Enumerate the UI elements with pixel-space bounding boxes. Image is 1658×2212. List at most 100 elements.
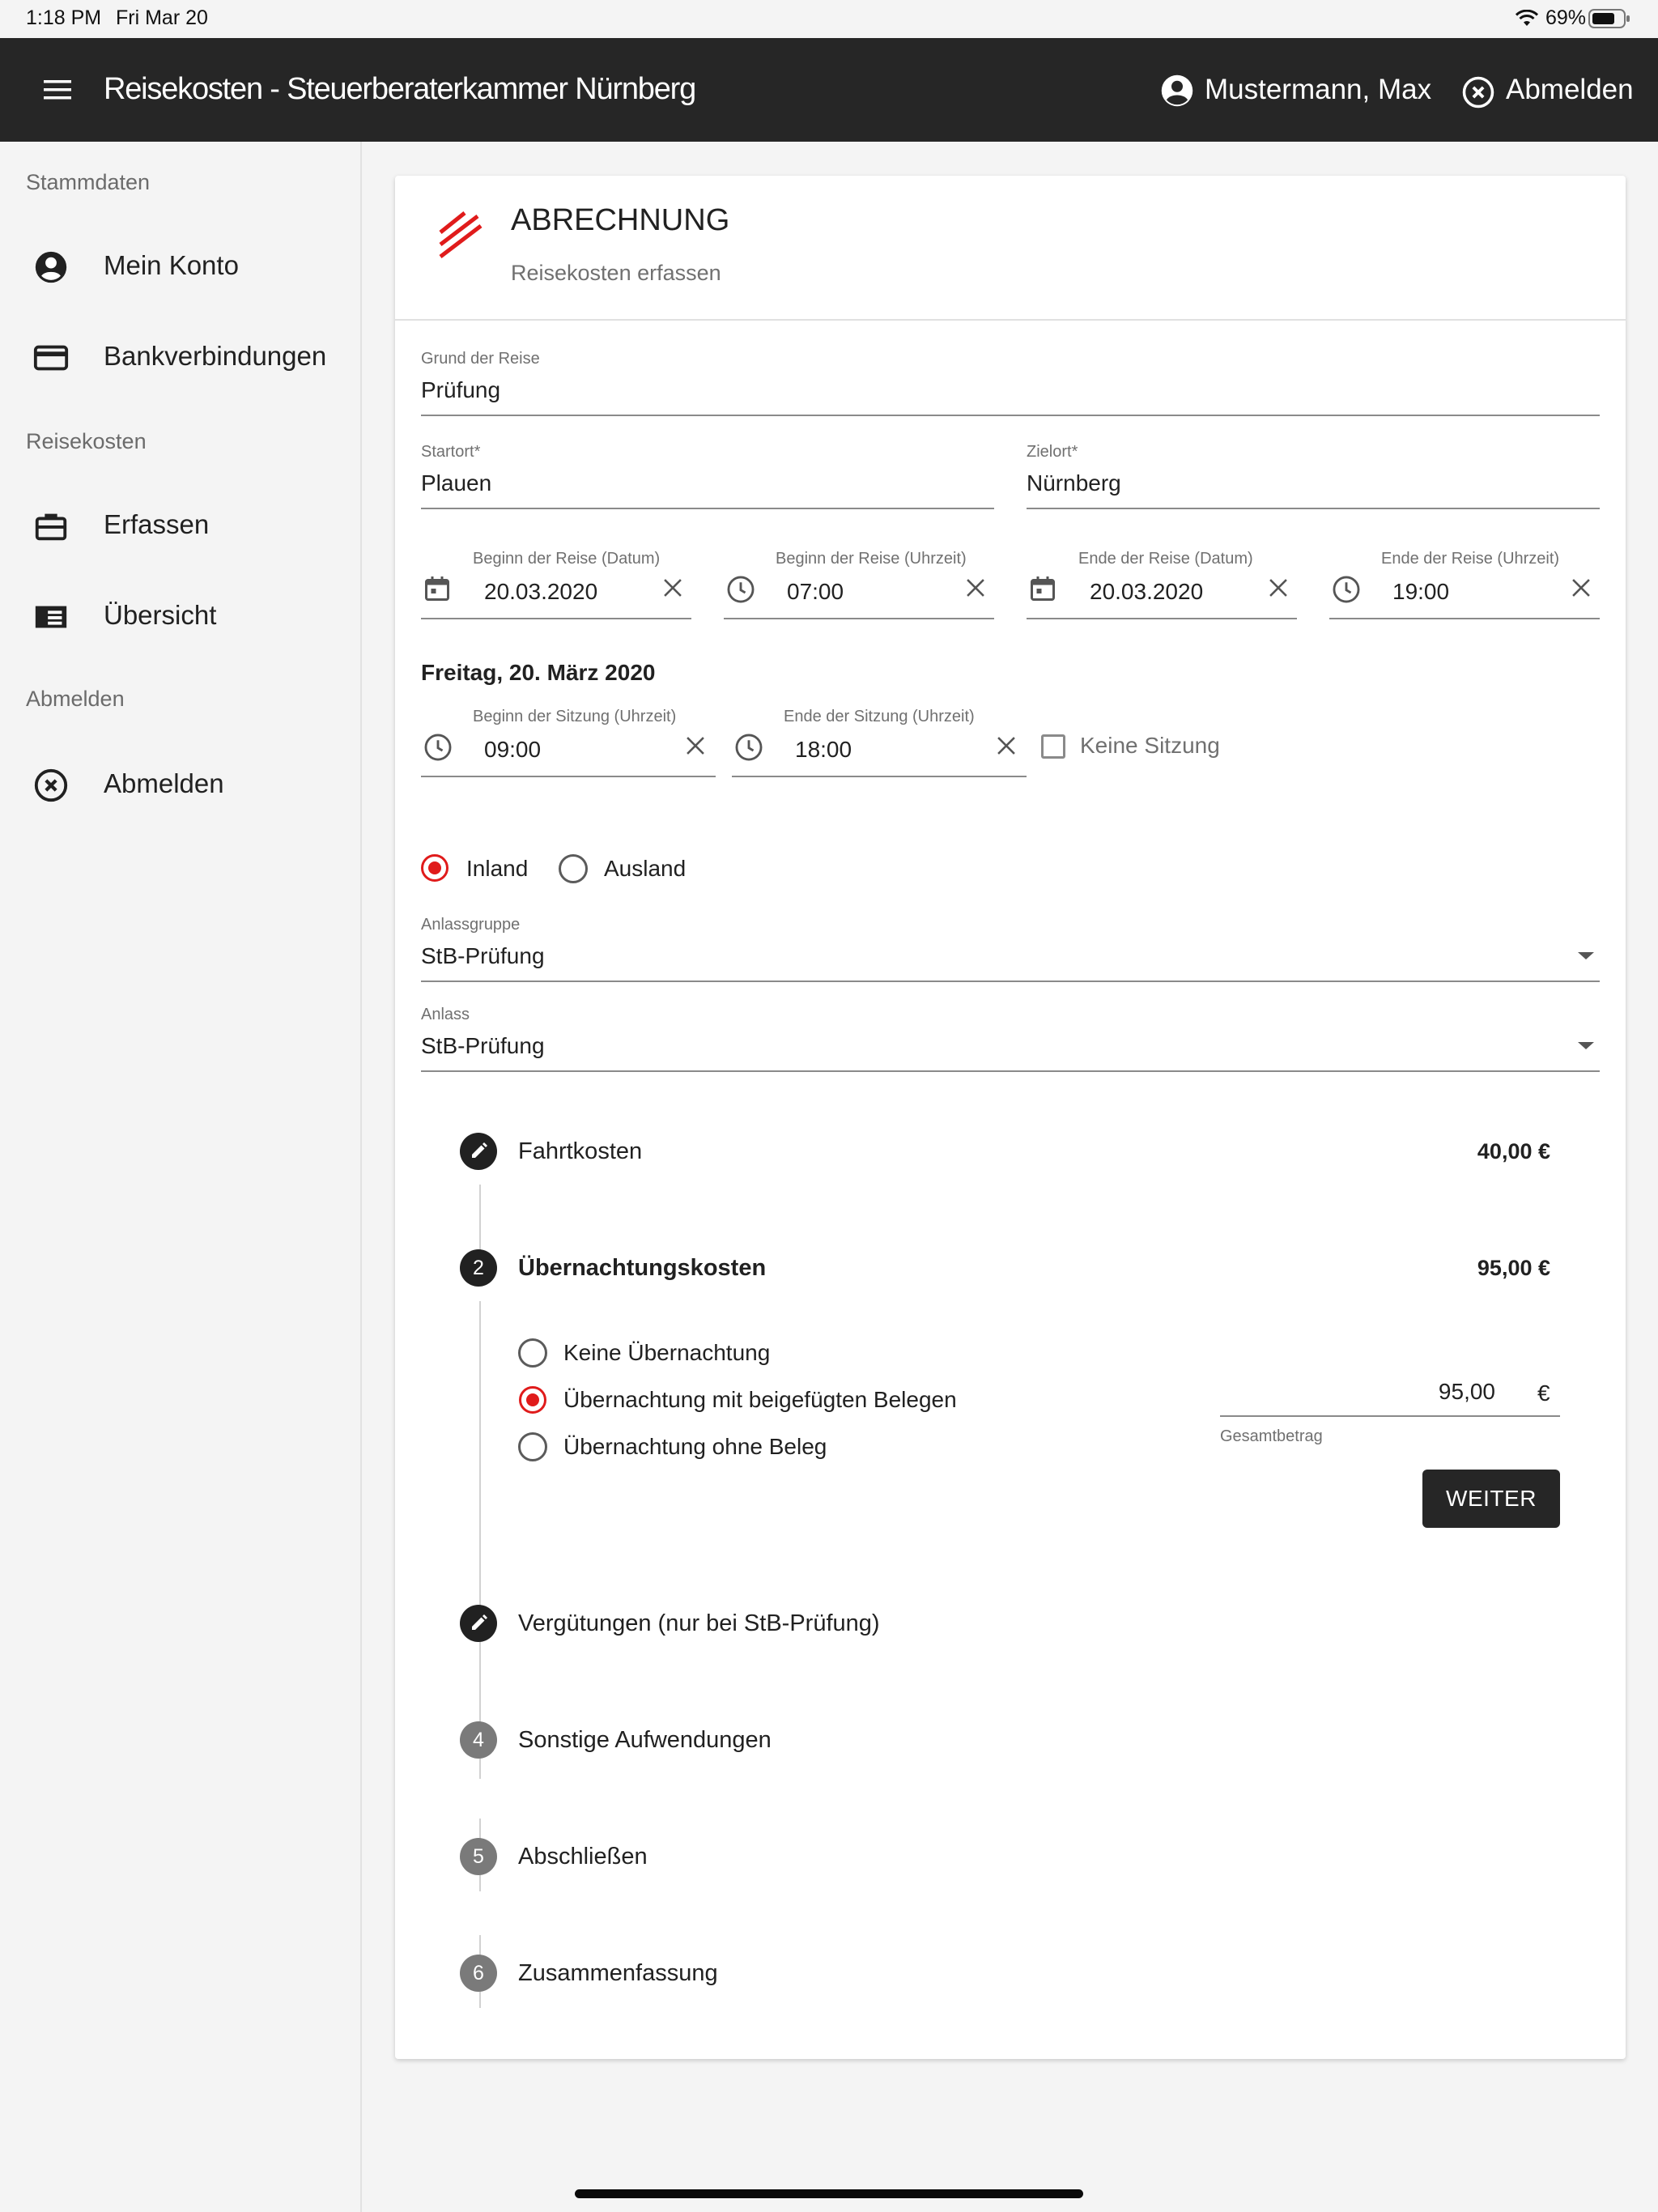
anlass-select[interactable]: Anlass StB-Prüfung	[421, 1006, 1600, 1078]
step-number: 4	[460, 1721, 497, 1759]
close-circle-icon	[1462, 76, 1494, 108]
clear-icon[interactable]	[682, 732, 709, 759]
sidebar-item-label: Mein Konto	[104, 250, 239, 280]
zielort-field[interactable]: Zielort* Nürnberg	[1027, 443, 1600, 512]
dropdown-arrow-icon	[1578, 1042, 1594, 1049]
close-circle-icon	[34, 768, 68, 802]
beginn-uhrzeit-field[interactable]: Beginn der Reise (Uhrzeit) 07:00	[724, 550, 994, 621]
step-label: Fahrtkosten	[518, 1138, 643, 1164]
radio-label: Keine Übernachtung	[563, 1340, 771, 1365]
sidebar-item-label: Bankverbindungen	[104, 341, 327, 371]
clock-icon	[727, 576, 755, 603]
radio-keine-uebernachtung[interactable]: Keine Übernachtung	[518, 1338, 1004, 1371]
field-value: 18:00	[795, 737, 852, 762]
sidebar-section-stammdaten: Stammdaten	[26, 170, 151, 194]
field-value: 07:00	[787, 579, 844, 604]
field-label: Ende der Reise (Uhrzeit)	[1381, 550, 1560, 568]
field-value: StB-Prüfung	[421, 943, 545, 968]
gesamtbetrag-field[interactable]: 95,00 € Gesamtbetrag	[1220, 1379, 1560, 1460]
keine-sitzung-checkbox[interactable]: Keine Sitzung	[1041, 733, 1235, 765]
dropdown-arrow-icon	[1578, 952, 1594, 959]
startort-field[interactable]: Startort* Plauen	[421, 443, 994, 512]
radio-label: Ausland	[604, 856, 687, 881]
field-label: Beginn der Reise (Uhrzeit)	[776, 550, 967, 568]
radio-selected-indicator	[519, 1386, 546, 1414]
field-value: 95,00	[1438, 1379, 1495, 1404]
step-sonstige-aufwendungen[interactable]: 4 Sonstige Aufwendungen	[460, 1721, 1577, 1770]
field-label: Beginn der Reise (Datum)	[473, 550, 661, 568]
step-label: Abschließen	[518, 1844, 648, 1870]
ende-uhrzeit-field[interactable]: Ende der Reise (Uhrzeit) 19:00	[1329, 550, 1600, 621]
sidebar-item-erfassen[interactable]: Erfassen	[0, 491, 360, 556]
field-value: 19:00	[1392, 579, 1450, 604]
clear-icon[interactable]	[659, 574, 687, 602]
step-label: Sonstige Aufwendungen	[518, 1727, 772, 1753]
clock-icon	[735, 734, 763, 761]
battery-icon	[1588, 9, 1630, 28]
calendar-icon	[1031, 576, 1055, 601]
step-zusammenfassung[interactable]: 6 Zusammenfassung	[460, 1955, 1577, 2003]
field-label: Grund der Reise	[421, 350, 540, 368]
credit-card-icon	[33, 345, 69, 371]
ende-datum-field[interactable]: Ende der Reise (Datum) 20.03.2020	[1027, 550, 1297, 621]
weiter-button[interactable]: WEITER	[1422, 1470, 1560, 1528]
anlassgruppe-select[interactable]: Anlassgruppe StB-Prüfung	[421, 916, 1600, 989]
radio-indicator	[518, 1432, 547, 1461]
field-label: Startort*	[421, 443, 481, 461]
sidebar-item-mein-konto[interactable]: Mein Konto	[0, 232, 360, 297]
field-value: 20.03.2020	[1090, 579, 1204, 604]
radio-uebernachtung-ohne-beleg[interactable]: Übernachtung ohne Beleg	[518, 1432, 1004, 1465]
radio-ausland[interactable]: Ausland	[559, 854, 704, 887]
step-fahrtkosten[interactable]: Fahrtkosten 40,00 €	[460, 1133, 1577, 1181]
step-abschliessen[interactable]: 5 Abschließen	[460, 1838, 1577, 1887]
radio-indicator	[518, 1338, 547, 1368]
card-title: ABRECHNUNG	[511, 203, 730, 237]
clear-icon[interactable]	[1567, 574, 1595, 602]
radio-label: Übernachtung ohne Beleg	[563, 1434, 827, 1459]
sidebar-item-abmelden[interactable]: Abmelden	[0, 751, 360, 815]
sitzung-ende-field[interactable]: Ende der Sitzung (Uhrzeit) 18:00	[732, 708, 1027, 779]
radio-uebernachtung-mit-belegen[interactable]: Übernachtung mit beigefügten Belegen	[518, 1385, 1004, 1418]
radio-inland[interactable]: Inland	[421, 854, 551, 887]
step-verguetungen[interactable]: Vergütungen (nur bei StB-Prüfung)	[460, 1605, 1577, 1653]
card-subtitle: Reisekosten erfassen	[511, 261, 721, 285]
sidebar-item-label: Übersicht	[104, 600, 217, 630]
field-value: Plauen	[421, 470, 492, 496]
sidebar-item-bankverbindungen[interactable]: Bankverbindungen	[0, 323, 360, 388]
briefcase-icon	[35, 513, 67, 541]
grund-der-reise-field[interactable]: Grund der Reise Prüfung	[421, 350, 1600, 419]
sidebar-item-uebersicht[interactable]: Übersicht	[0, 582, 360, 647]
step-connector	[479, 1185, 481, 1257]
logout-button[interactable]: Abmelden	[1461, 74, 1656, 114]
clear-icon[interactable]	[1265, 574, 1292, 602]
app-title: Reisekosten - Steuerberaterkammer Nürnbe…	[104, 72, 696, 106]
field-value: 20.03.2020	[484, 579, 598, 604]
app-bar: Reisekosten - Steuerberaterkammer Nürnbe…	[0, 38, 1658, 142]
sidebar: Stammdaten Mein Konto Bankverbindungen R…	[0, 142, 362, 2212]
account-circle-icon	[35, 251, 67, 283]
step-number: 5	[460, 1838, 497, 1875]
account-circle-icon	[1161, 74, 1193, 107]
calendar-icon	[425, 576, 449, 601]
clear-icon[interactable]	[993, 732, 1020, 759]
abrechnung-card: ABRECHNUNG Reisekosten erfassen Grund de…	[395, 176, 1626, 2059]
step-label: Vergütungen (nur bei StB-Prüfung)	[518, 1610, 880, 1636]
field-value: Prüfung	[421, 377, 501, 402]
home-indicator	[575, 2189, 1083, 2198]
sidebar-section-reisekosten: Reisekosten	[26, 429, 147, 453]
step-label: Zusammenfassung	[518, 1960, 718, 1986]
list-view-icon	[35, 606, 67, 628]
field-label: Anlass	[421, 1006, 470, 1023]
sitzung-beginn-field[interactable]: Beginn der Sitzung (Uhrzeit) 09:00	[421, 708, 716, 779]
field-label: Zielort*	[1027, 443, 1078, 461]
beginn-datum-field[interactable]: Beginn der Reise (Datum) 20.03.2020	[421, 550, 691, 621]
clock-icon	[424, 734, 452, 761]
radio-selected-indicator	[421, 854, 449, 882]
step-uebernachtungskosten[interactable]: 2 Übernachtungskosten 95,00 €	[460, 1249, 1577, 1298]
menu-icon[interactable]	[42, 79, 74, 101]
field-label: Ende der Sitzung (Uhrzeit)	[784, 708, 975, 725]
clear-icon[interactable]	[962, 574, 989, 602]
field-value: 09:00	[484, 737, 542, 762]
field-label: Gesamtbetrag	[1220, 1427, 1323, 1445]
step-label: Übernachtungskosten	[518, 1255, 767, 1281]
